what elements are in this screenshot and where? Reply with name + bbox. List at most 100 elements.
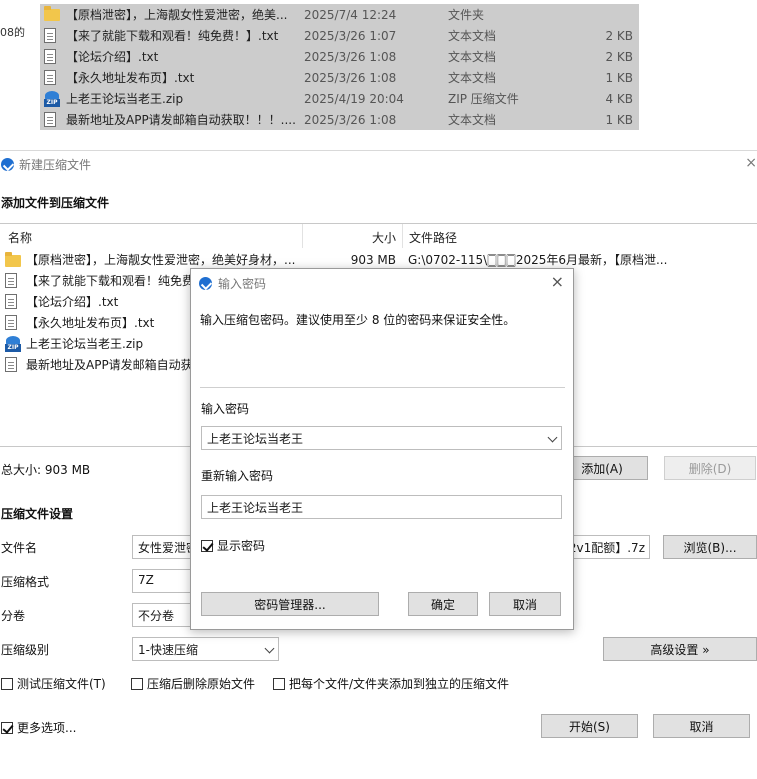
dialog-title-bar: 输入密码: [199, 275, 266, 292]
confirm-password-label: 重新输入密码: [201, 469, 274, 483]
explorer-row[interactable]: 【论坛介绍】.txt 2025/3/26 1:08 文本文档 2 KB: [40, 46, 639, 67]
checkbox-box[interactable]: [201, 539, 213, 552]
dialog-title: 输入密码: [218, 277, 267, 291]
explorer-row-size: 4 KB: [605, 91, 633, 106]
separate-archives-checkbox[interactable]: 把每个文件/文件夹添加到独立的压缩文件: [273, 675, 509, 692]
level-value: 1-快速压缩: [138, 643, 198, 657]
text-file-icon: [44, 48, 62, 65]
show-password-label: 显示密码: [217, 539, 266, 553]
dialog-cancel-button[interactable]: 取消: [489, 592, 561, 616]
explorer-row[interactable]: ZIP 上老王论坛当老王.zip 2025/4/19 20:04 ZIP 压缩文…: [40, 88, 639, 109]
delete-after-checkbox[interactable]: 压缩后删除原始文件: [131, 675, 255, 692]
explorer-row-name: 【永久地址发布页】.txt: [66, 71, 195, 85]
explorer-left-fragment: 08的: [0, 26, 25, 39]
close-icon[interactable]: ×: [551, 272, 564, 291]
divider: [200, 387, 565, 388]
main-cancel-button[interactable]: 取消: [653, 714, 750, 738]
explorer-row-name: 【来了就能下载和观看！纯免费！】.txt: [66, 29, 279, 43]
confirm-password-value: 上老王论坛当老王: [207, 501, 304, 515]
explorer-row-size: 1 KB: [605, 112, 633, 127]
explorer-row-date: 2025/3/26 1:08: [304, 49, 397, 64]
password-value: 上老王论坛当老王: [207, 432, 304, 446]
explorer-row-type: 文本文档: [448, 113, 497, 127]
zip-file-icon: ZIP: [5, 335, 23, 352]
checkbox-box[interactable]: [131, 677, 143, 690]
more-options-checkbox[interactable]: 更多选项...: [1, 719, 76, 736]
chevron-down-icon[interactable]: [547, 432, 558, 443]
app-logo-icon: [199, 277, 212, 290]
explorer-row[interactable]: 【来了就能下载和观看！纯免费！】.txt 2025/3/26 1:07 文本文档…: [40, 25, 639, 46]
explorer-row-date: 2025/3/26 1:07: [304, 28, 397, 43]
folder-icon: [44, 5, 62, 23]
volume-value: 不分卷: [138, 609, 175, 623]
total-size-label: 总大小: 903 MB: [1, 463, 91, 477]
start-button[interactable]: 开始(S): [541, 714, 638, 738]
level-label: 压缩级别: [1, 643, 50, 657]
volume-label: 分卷: [1, 609, 26, 623]
test-archive-checkbox[interactable]: 测试压缩文件(T): [1, 675, 106, 692]
text-file-icon: [5, 315, 23, 331]
explorer-row-size: 1 KB: [605, 70, 633, 85]
archive-settings-title: 压缩文件设置: [1, 507, 74, 521]
text-file-icon: [5, 273, 23, 289]
text-file-icon: [44, 111, 62, 128]
filename-value-left: 女性爱泄密: [138, 541, 199, 555]
text-file-icon: [44, 69, 62, 86]
confirm-password-input[interactable]: 上老王论坛当老王: [201, 495, 562, 519]
text-file-icon: [5, 357, 23, 373]
password-hint: 输入压缩包密码。建议使用至少 8 位的密码来保证安全性。: [200, 313, 516, 327]
explorer-row-type: 文本文档: [448, 50, 497, 64]
folder-icon: [5, 251, 23, 268]
browse-button[interactable]: 浏览(B)...: [663, 535, 757, 559]
format-value: 7Z: [138, 573, 154, 587]
test-archive-label: 测试压缩文件(T): [17, 677, 106, 691]
text-file-icon: [44, 27, 62, 44]
column-header-size[interactable]: 大小: [302, 224, 398, 248]
explorer-row-type: ZIP 压缩文件: [448, 92, 519, 106]
advanced-settings-button[interactable]: 高级设置 »: [603, 637, 757, 661]
explorer-row-date: 2025/3/26 1:08: [304, 70, 397, 85]
password-input[interactable]: 上老王论坛当老王: [201, 426, 562, 450]
explorer-row-name: 【论坛介绍】.txt: [66, 50, 159, 64]
password-manager-button[interactable]: 密码管理器...: [201, 592, 379, 616]
window-close-icon[interactable]: ×: [745, 155, 757, 171]
window-title-bar: 新建压缩文件 ×: [0, 151, 757, 177]
checkbox-box[interactable]: [1, 721, 13, 734]
explorer-row-type: 文本文档: [448, 29, 497, 43]
explorer-row[interactable]: 最新地址及APP请发邮箱自动获取！！！.... 2025/3/26 1:08 文…: [40, 109, 639, 130]
ok-button[interactable]: 确定: [408, 592, 478, 616]
zip-file-icon: ZIP: [44, 90, 62, 107]
text-file-icon: [5, 294, 23, 310]
file-path: G:\0702-115\🀆🀆🀆2025年6月最新，【原档泄...: [408, 253, 668, 267]
filename-label: 文件名: [1, 541, 38, 555]
level-select[interactable]: 1-快速压缩: [132, 637, 279, 661]
window-title: 新建压缩文件: [19, 157, 92, 172]
explorer-row-date: 2025/7/4 12:24: [304, 7, 397, 22]
separate-archives-label: 把每个文件/文件夹添加到独立的压缩文件: [289, 677, 510, 691]
file-list-header: 名称 大小 文件路径: [0, 224, 757, 248]
more-options-label: 更多选项...: [17, 721, 77, 735]
checkbox-box[interactable]: [273, 677, 285, 690]
add-files-section-title: 添加文件到压缩文件: [1, 196, 110, 210]
password-label: 输入密码: [201, 402, 250, 416]
file-list-row[interactable]: 【原档泄密】，上海靓女性爱泄密，绝美好身材，... 903 MB G:\0702…: [0, 249, 757, 270]
column-header-name[interactable]: 名称: [8, 229, 32, 246]
explorer-row-name: 最新地址及APP请发邮箱自动获取！！！....: [66, 113, 296, 127]
explorer-row-type: 文本文档: [448, 71, 497, 85]
delete-button[interactable]: 删除(D): [664, 456, 756, 480]
format-label: 压缩格式: [1, 575, 50, 589]
filename-value-right: 2v1配额】.7z: [568, 541, 645, 555]
explorer-row[interactable]: 【原档泄密】，上海靓女性爱泄密，绝美... 2025/7/4 12:24 文件夹: [40, 4, 639, 25]
file-size: 903 MB: [350, 252, 396, 267]
app-logo-icon: [1, 157, 14, 171]
explorer-row-size: 2 KB: [605, 28, 633, 43]
password-dialog: 输入密码 × 输入压缩包密码。建议使用至少 8 位的密码来保证安全性。 输入密码…: [190, 268, 574, 630]
file-explorer-background: 08的 【原档泄密】，上海靓女性爱泄密，绝美... 2025/7/4 12:24…: [0, 0, 757, 148]
column-header-path[interactable]: 文件路径: [402, 224, 752, 248]
chevron-down-icon: [264, 643, 275, 654]
explorer-row-date: 2025/3/26 1:08: [304, 112, 397, 127]
show-password-checkbox[interactable]: 显示密码: [201, 537, 265, 554]
checkbox-box[interactable]: [1, 677, 13, 690]
delete-after-label: 压缩后删除原始文件: [147, 677, 256, 691]
explorer-row[interactable]: 【永久地址发布页】.txt 2025/3/26 1:08 文本文档 1 KB: [40, 67, 639, 88]
